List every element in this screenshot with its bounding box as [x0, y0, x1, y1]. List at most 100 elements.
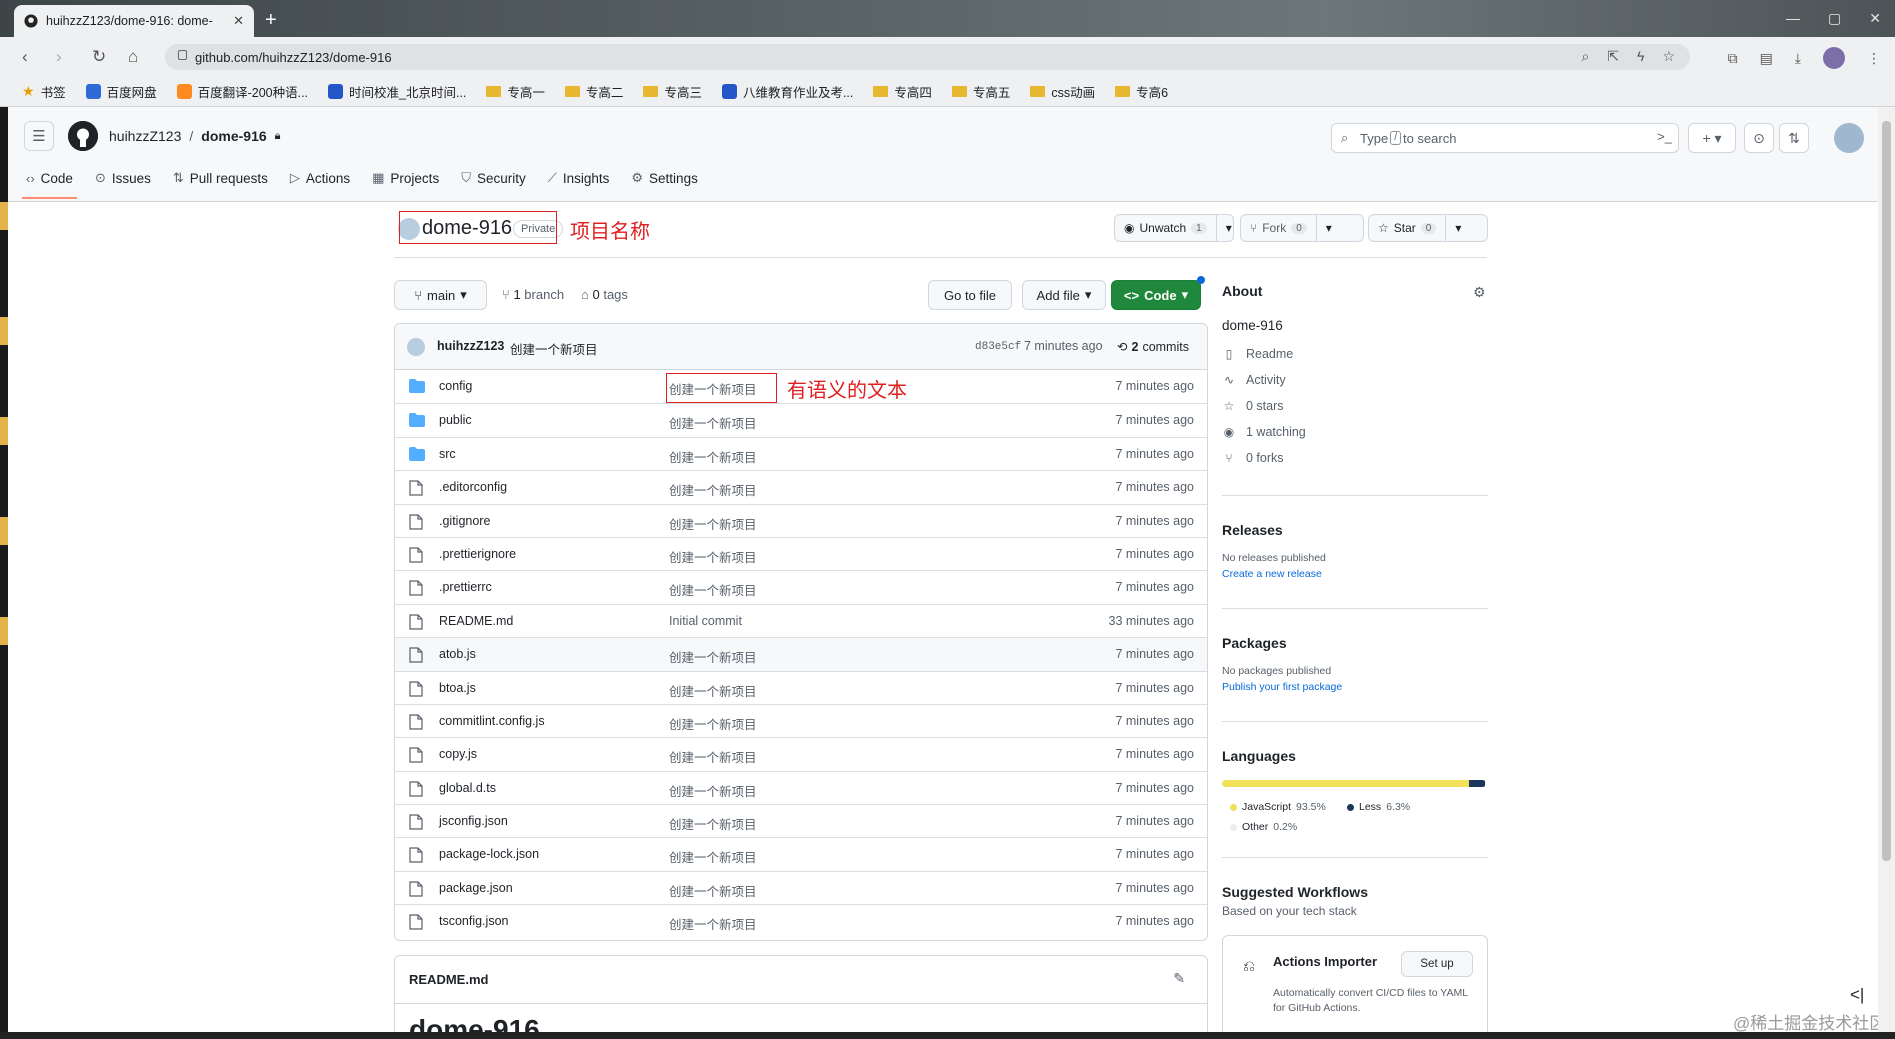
branch-selector[interactable]: ⑂ main ▾ — [394, 280, 487, 310]
file-row[interactable]: jsconfig.json 创建一个新项目 7 minutes ago — [395, 804, 1207, 837]
file-commit-message[interactable]: 创建一个新项目 — [669, 747, 757, 766]
file-row[interactable]: src 创建一个新项目 7 minutes ago — [395, 436, 1207, 470]
file-commit-message[interactable]: 创建一个新项目 — [669, 413, 757, 432]
file-commit-message[interactable]: 创建一个新项目 — [669, 881, 757, 900]
add-file-button[interactable]: Add file ▾ — [1022, 280, 1106, 310]
commits-link[interactable]: ⟲ 2 commits — [1117, 339, 1189, 355]
pull-requests-icon[interactable]: ⇅ — [1779, 123, 1809, 153]
bookmark-item[interactable]: 专高四 — [873, 82, 932, 101]
file-commit-message[interactable]: 创建一个新项目 — [669, 480, 757, 499]
file-commit-message[interactable]: 创建一个新项目 — [669, 647, 757, 666]
file-commit-message[interactable]: 创建一个新项目 — [669, 447, 757, 466]
user-avatar[interactable] — [1834, 123, 1864, 153]
bookmark-item[interactable]: 时间校准_北京时间... — [328, 82, 466, 101]
file-name[interactable]: public — [439, 413, 472, 427]
file-name[interactable]: commitlint.config.js — [439, 714, 545, 728]
home-icon[interactable]: ⌂ — [128, 47, 138, 67]
file-name[interactable]: .gitignore — [439, 514, 490, 528]
create-release-link[interactable]: Create a new release — [1222, 568, 1488, 580]
file-name[interactable]: copy.js — [439, 747, 477, 761]
file-name[interactable]: .prettierrc — [439, 580, 492, 594]
packages-title[interactable]: Packages — [1222, 635, 1488, 651]
file-name[interactable]: .prettierignore — [439, 547, 516, 561]
file-commit-message[interactable]: 创建一个新项目 — [669, 914, 757, 933]
file-commit-message[interactable]: 创建一个新项目 — [669, 547, 757, 566]
file-name[interactable]: package-lock.json — [439, 847, 539, 861]
file-row[interactable]: .editorconfig 创建一个新项目 7 minutes ago — [395, 470, 1207, 503]
issues-icon[interactable]: ⊙ — [1744, 123, 1774, 153]
search-input[interactable]: ⌕ Type / to search >_ — [1331, 123, 1679, 153]
file-name[interactable]: tsconfig.json — [439, 914, 508, 928]
file-name[interactable]: README.md — [439, 614, 513, 628]
extensions-icon[interactable]: ⧉ — [1728, 50, 1738, 67]
file-name[interactable]: global.d.ts — [439, 781, 496, 795]
file-name[interactable]: config — [439, 379, 472, 393]
tab-pull-requests[interactable]: ⇅ Pull requests — [173, 170, 268, 196]
branches-link[interactable]: ⑂ 1 branch — [502, 287, 564, 302]
file-row[interactable]: public 创建一个新项目 7 minutes ago — [395, 403, 1207, 436]
file-commit-message[interactable]: 创建一个新项目 — [669, 681, 757, 700]
back-icon[interactable]: ‹ — [22, 47, 28, 67]
file-commit-message[interactable]: 创建一个新项目 — [669, 781, 757, 800]
owner-link[interactable]: huihzzZ123 — [109, 128, 181, 144]
releases-title[interactable]: Releases — [1222, 522, 1488, 538]
watch-button[interactable]: ◉ Unwatch 1 ▾ — [1114, 214, 1234, 242]
menu-icon[interactable]: ⋮ — [1867, 50, 1881, 67]
file-commit-message[interactable]: 创建一个新项目 — [669, 580, 757, 599]
file-row[interactable]: tsconfig.json 创建一个新项目 7 minutes ago — [395, 904, 1207, 937]
file-commit-message[interactable]: 创建一个新项目 — [669, 814, 757, 833]
create-new-button[interactable]: + ▾ — [1688, 123, 1736, 153]
about-item[interactable]: ⑂ 0 forks — [1222, 445, 1488, 471]
file-row[interactable]: README.md Initial commit 33 minutes ago — [395, 603, 1207, 637]
about-item[interactable]: ◉ 1 watching — [1222, 419, 1488, 445]
watch-dropdown-icon[interactable]: ▾ — [1215, 215, 1241, 241]
file-row[interactable]: package-lock.json 创建一个新项目 7 minutes ago — [395, 837, 1207, 870]
gear-icon[interactable]: ⚙ — [1473, 284, 1486, 301]
star-dropdown-icon[interactable]: ▾ — [1445, 215, 1470, 241]
bookmark-item[interactable]: 百度网盘 — [85, 82, 157, 101]
github-logo-icon[interactable] — [68, 121, 98, 151]
tab-code[interactable]: ‹› Code — [22, 170, 77, 199]
profile-avatar[interactable] — [1823, 47, 1845, 69]
file-row[interactable]: atob.js 创建一个新项目 7 minutes ago — [395, 637, 1207, 671]
tab-insights[interactable]: ⟋ Insights — [548, 170, 610, 196]
scrollbar-thumb[interactable] — [1882, 121, 1891, 861]
language-item[interactable]: Less 6.3% — [1347, 801, 1410, 813]
file-name[interactable]: jsconfig.json — [439, 814, 508, 828]
scrollbar[interactable] — [1878, 107, 1895, 1032]
pencil-icon[interactable]: ✎ — [1173, 970, 1185, 987]
bookmark-item[interactable]: css动画 — [1030, 82, 1095, 101]
publish-package-link[interactable]: Publish your first package — [1222, 681, 1488, 693]
tab-security[interactable]: ⛉ Security — [461, 170, 526, 196]
file-row[interactable]: package.json 创建一个新项目 7 minutes ago — [395, 870, 1207, 904]
download-icon[interactable]: ⤓ — [1795, 50, 1801, 67]
file-row[interactable]: .prettierignore 创建一个新项目 7 minutes ago — [395, 536, 1207, 570]
file-row[interactable]: commitlint.config.js 创建一个新项目 7 minutes ago — [395, 703, 1207, 737]
bookmark-item[interactable]: 百度翻译-200种语... — [176, 82, 308, 101]
tab-projects[interactable]: ▦ Projects — [372, 170, 439, 196]
tab-settings[interactable]: ⚙ Settings — [631, 170, 697, 196]
repo-link[interactable]: dome-916 — [201, 128, 266, 144]
file-commit-message[interactable]: 创建一个新项目 — [669, 714, 757, 733]
reload-icon[interactable]: ↻ — [92, 47, 106, 67]
file-name[interactable]: .editorconfig — [439, 480, 507, 494]
command-palette-icon[interactable]: >_ — [1657, 129, 1672, 144]
about-item[interactable]: ∿ Activity — [1222, 367, 1488, 393]
commit-message[interactable]: 创建一个新项目 — [510, 339, 598, 358]
file-row[interactable]: copy.js 创建一个新项目 7 minutes ago — [395, 737, 1207, 770]
file-commit-message[interactable]: 创建一个新项目 — [669, 514, 757, 533]
file-row[interactable]: .gitignore 创建一个新项目 7 minutes ago — [395, 503, 1207, 537]
sidebar-icon[interactable]: ▤ — [1760, 50, 1773, 67]
tab-issues[interactable]: ⊙ Issues — [95, 170, 151, 196]
bookmark-item[interactable]: 专高五 — [951, 82, 1010, 101]
tab-actions[interactable]: ▷ Actions — [290, 170, 350, 196]
minimize-icon[interactable]: — — [1786, 10, 1800, 27]
file-name[interactable]: src — [439, 447, 456, 461]
language-item[interactable]: JavaScript 93.5% — [1230, 801, 1326, 813]
about-item[interactable]: ☆ 0 stars — [1222, 393, 1488, 419]
address-bar[interactable]: github.com/huihzzZ123/dome-916 — [165, 44, 1690, 70]
forward-icon[interactable]: › — [56, 47, 62, 67]
language-item[interactable]: Other 0.2% — [1230, 821, 1297, 833]
maximize-icon[interactable]: ▢ — [1828, 10, 1841, 27]
zoom-icon[interactable]: ⌕ — [1581, 48, 1589, 65]
